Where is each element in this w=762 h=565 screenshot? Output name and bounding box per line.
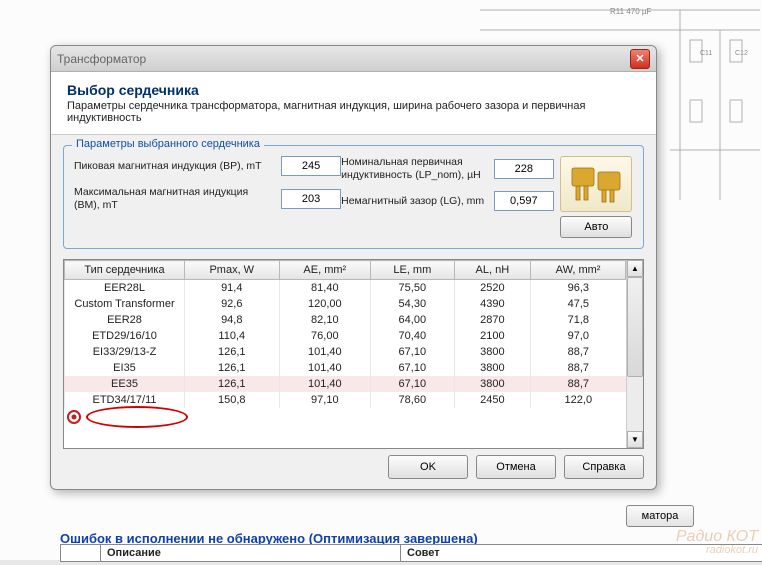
table-cell: 54,30 bbox=[371, 296, 455, 312]
ok-button[interactable]: OK bbox=[388, 455, 468, 479]
table-cell: 67,10 bbox=[371, 344, 455, 360]
table-cell: 67,10 bbox=[371, 376, 455, 392]
table-cell: 101,40 bbox=[279, 360, 371, 376]
table-cell: 88,7 bbox=[531, 376, 626, 392]
col-header[interactable]: AW, mm² bbox=[531, 261, 626, 280]
table-cell: 70,40 bbox=[371, 328, 455, 344]
scroll-up-button[interactable]: ▲ bbox=[627, 260, 643, 277]
table-cell: 150,8 bbox=[185, 392, 280, 408]
table-cell: 75,50 bbox=[371, 280, 455, 297]
table-cell: 4390 bbox=[454, 296, 531, 312]
col-description: Описание bbox=[101, 545, 401, 562]
table-row[interactable]: ETD29/16/10110,476,0070,40210097,0 bbox=[65, 328, 626, 344]
table-cell: 110,4 bbox=[185, 328, 280, 344]
core-table: Тип сердечникаPmax, WAE, mm²LE, mmAL, nH… bbox=[63, 259, 644, 449]
table-cell: 94,8 bbox=[185, 312, 280, 328]
table-row[interactable]: EER2894,882,1064,00287071,8 bbox=[65, 312, 626, 328]
lp-input[interactable] bbox=[494, 159, 554, 179]
bm-input[interactable] bbox=[281, 189, 341, 209]
table-cell: 97,10 bbox=[279, 392, 371, 408]
svg-text:C11: C11 bbox=[700, 50, 712, 57]
watermark: Радио КОТ radiokot.ru bbox=[676, 529, 758, 556]
table-cell: 81,40 bbox=[279, 280, 371, 297]
table-cell: ETD29/16/10 bbox=[65, 328, 185, 344]
transformer-dialog: Трансформатор ✕ Выбор сердечника Парамет… bbox=[50, 45, 657, 490]
table-cell: ETD34/17/11 bbox=[65, 392, 185, 408]
table-cell: 120,00 bbox=[279, 296, 371, 312]
table-cell: 2870 bbox=[454, 312, 531, 328]
header-title: Выбор сердечника bbox=[67, 82, 640, 98]
lg-label: Немагнитный зазор (LG), mm bbox=[341, 195, 494, 208]
table-cell: EE35 bbox=[65, 376, 185, 392]
table-cell: 126,1 bbox=[185, 344, 280, 360]
table-cell: Custom Transformer bbox=[65, 296, 185, 312]
table-cell: EI35 bbox=[65, 360, 185, 376]
table-row[interactable]: EER28L91,481,4075,50252096,3 bbox=[65, 280, 626, 297]
lg-input[interactable] bbox=[494, 191, 554, 211]
table-cell: 2100 bbox=[454, 328, 531, 344]
bp-label: Пиковая магнитная индукция (BP), mT bbox=[74, 160, 281, 173]
table-cell: 101,40 bbox=[279, 376, 371, 392]
status-table: Описание Совет bbox=[60, 544, 762, 562]
table-cell: 71,8 bbox=[531, 312, 626, 328]
table-scrollbar[interactable]: ▲ ▼ bbox=[626, 260, 643, 448]
table-row[interactable]: EI35126,1101,4067,10380088,7 bbox=[65, 360, 626, 376]
table-cell: EER28L bbox=[65, 280, 185, 297]
table-cell: 88,7 bbox=[531, 344, 626, 360]
help-button[interactable]: Справка bbox=[564, 455, 644, 479]
table-row[interactable]: EE35126,1101,4067,10380088,7 bbox=[65, 376, 626, 392]
auto-button[interactable]: Авто bbox=[560, 216, 632, 238]
table-cell: 122,0 bbox=[531, 392, 626, 408]
table-row[interactable]: Custom Transformer92,6120,0054,30439047,… bbox=[65, 296, 626, 312]
table-cell: EI33/29/13-Z bbox=[65, 344, 185, 360]
table-cell: 92,6 bbox=[185, 296, 280, 312]
close-icon: ✕ bbox=[635, 52, 644, 65]
table-cell: 3800 bbox=[454, 360, 531, 376]
table-cell: 78,60 bbox=[371, 392, 455, 408]
fieldset-legend: Параметры выбранного сердечника bbox=[72, 138, 264, 150]
table-cell: 2450 bbox=[454, 392, 531, 408]
lp-label: Номинальная первичная индуктивность (LP_… bbox=[341, 156, 494, 181]
col-header[interactable]: LE, mm bbox=[371, 261, 455, 280]
bp-input[interactable] bbox=[281, 156, 341, 176]
svg-text:R11 470 µF: R11 470 µF bbox=[610, 7, 651, 16]
window-title: Трансформатор bbox=[57, 52, 630, 66]
table-cell: 2520 bbox=[454, 280, 531, 297]
table-cell: 101,40 bbox=[279, 344, 371, 360]
table-cell: EER28 bbox=[65, 312, 185, 328]
scroll-thumb[interactable] bbox=[627, 277, 643, 377]
table-cell: 76,00 bbox=[279, 328, 371, 344]
table-cell: 3800 bbox=[454, 344, 531, 360]
table-cell: 88,7 bbox=[531, 360, 626, 376]
table-row[interactable]: ETD34/17/11150,897,1078,602450122,0 bbox=[65, 392, 626, 408]
cancel-button[interactable]: Отмена bbox=[476, 455, 556, 479]
col-header[interactable]: Тип сердечника bbox=[65, 261, 185, 280]
table-cell: 3800 bbox=[454, 376, 531, 392]
table-cell: 126,1 bbox=[185, 376, 280, 392]
core-params-fieldset: Параметры выбранного сердечника Пиковая … bbox=[63, 145, 644, 249]
table-row[interactable]: EI33/29/13-Z126,1101,4067,10380088,7 bbox=[65, 344, 626, 360]
table-cell: 47,5 bbox=[531, 296, 626, 312]
table-cell: 82,10 bbox=[279, 312, 371, 328]
table-cell: 126,1 bbox=[185, 360, 280, 376]
header-description: Параметры сердечника трансформатора, маг… bbox=[67, 100, 640, 124]
table-cell: 64,00 bbox=[371, 312, 455, 328]
table-cell: 96,3 bbox=[531, 280, 626, 297]
col-header[interactable]: AL, nH bbox=[454, 261, 531, 280]
table-cell: 97,0 bbox=[531, 328, 626, 344]
svg-text:C12: C12 bbox=[735, 50, 748, 57]
target-icon bbox=[66, 409, 82, 425]
close-button[interactable]: ✕ bbox=[630, 49, 650, 69]
table-cell: 67,10 bbox=[371, 360, 455, 376]
bm-label: Максимальная магнитная индукция (BM), mT bbox=[74, 186, 281, 211]
dialog-header: Выбор сердечника Параметры сердечника тр… bbox=[51, 72, 656, 135]
col-header[interactable]: AE, mm² bbox=[279, 261, 371, 280]
col-header[interactable]: Pmax, W bbox=[185, 261, 280, 280]
transformer-core-icon bbox=[560, 156, 632, 212]
titlebar[interactable]: Трансформатор ✕ bbox=[51, 46, 656, 72]
table-cell: 91,4 bbox=[185, 280, 280, 297]
background-tab[interactable]: матора bbox=[626, 505, 694, 527]
scroll-down-button[interactable]: ▼ bbox=[627, 431, 643, 448]
